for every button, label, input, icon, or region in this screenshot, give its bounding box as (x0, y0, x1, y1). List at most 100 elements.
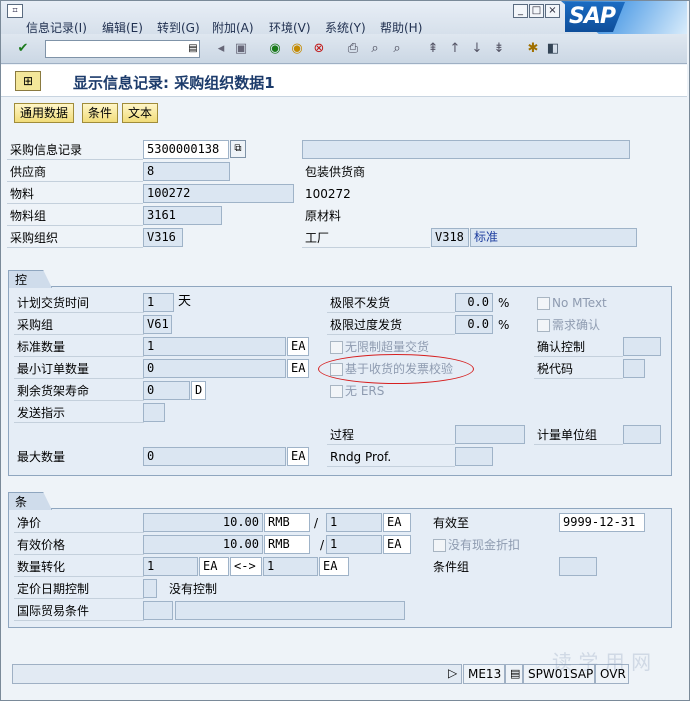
underdelivery-field[interactable]: 0.0 (455, 293, 493, 312)
plant-desc-field: 标准 (470, 228, 637, 247)
first-page-icon[interactable]: ⇞ (425, 41, 441, 57)
material-field[interactable]: 100272 (143, 184, 294, 203)
cond-group-field[interactable] (559, 557, 597, 576)
net-price-unit: EA (383, 513, 411, 532)
underdelivery-label: 极限不发货 (327, 293, 455, 313)
display-record-icon[interactable]: ⊞ (15, 71, 41, 91)
window-menu-icon[interactable]: ⌗ (7, 4, 23, 18)
shortcut-icon[interactable]: ◧ (545, 41, 561, 57)
eff-price-label: 有效价格 (14, 535, 144, 555)
eff-price-field[interactable]: 10.00 (143, 535, 263, 554)
cancel-icon[interactable]: ⊗ (311, 41, 327, 57)
command-history-icon[interactable]: ▤ (185, 41, 201, 57)
maximize-button[interactable]: □ (529, 4, 544, 18)
unlimited-overdelivery-checkbox[interactable] (330, 341, 343, 354)
net-price-per-field[interactable]: 1 (326, 513, 382, 532)
tax-code-label: 税代码 (534, 359, 623, 379)
create-session-icon[interactable]: ✱ (525, 41, 541, 57)
last-page-icon[interactable]: ⇟ (491, 41, 507, 57)
back-icon[interactable]: ◉ (267, 41, 283, 57)
min-qty-label: 最小订单数量 (14, 359, 144, 379)
exit-icon[interactable]: ◉ (289, 41, 305, 57)
plant-label: 工厂 (302, 228, 430, 248)
material-group-field[interactable]: 3161 (143, 206, 222, 225)
conf-control-field[interactable] (623, 337, 661, 356)
overdelivery-label: 极限过度发货 (327, 315, 455, 335)
incoterms-field[interactable] (143, 601, 173, 620)
status-expand-icon[interactable]: ▷ (448, 664, 462, 684)
info-record-desc-field (302, 140, 630, 159)
no-cash-disc-label: 没有现金折扣 (448, 538, 521, 552)
qty-conv-label: 数量转化 (14, 557, 144, 577)
close-window-button[interactable]: × (545, 4, 560, 18)
plant-field[interactable]: V318 (431, 228, 469, 247)
conf-req-checkbox[interactable] (537, 319, 550, 332)
pricing-date-field[interactable] (143, 579, 157, 598)
max-qty-field[interactable]: 0 (143, 447, 286, 466)
min-qty-field[interactable]: 0 (143, 359, 286, 378)
command-field[interactable] (45, 40, 200, 58)
incoterms-label: 国际贸易条件 (14, 601, 144, 621)
uom-group-field[interactable] (623, 425, 661, 444)
info-record-label: 采购信息记录 (7, 140, 143, 160)
highlight-ellipse (318, 354, 474, 384)
purch-group-field[interactable]: V61 (143, 315, 172, 334)
qty-conv-from-unit: EA (199, 557, 229, 576)
title-area: ⊞ 显示信息记录: 采购组织数据1 (1, 65, 687, 97)
print-icon[interactable]: ⎙ (345, 41, 361, 57)
find-next-icon[interactable]: ⌕ (389, 41, 405, 57)
purch-group-label: 采购组 (14, 315, 144, 335)
conf-req-label: 需求确认 (552, 318, 601, 332)
uom-group-label: 计量单位组 (534, 425, 623, 445)
material-group-desc: 原材料 (305, 209, 342, 223)
application-toolbar: 通用数据 条件 文本 (1, 98, 687, 126)
no-mtext-checkbox[interactable] (537, 297, 550, 310)
planned-delivery-field[interactable]: 1 (143, 293, 174, 312)
eff-price-per-field[interactable]: 1 (326, 535, 382, 554)
procedure-field[interactable] (455, 425, 525, 444)
info-record-field[interactable]: 5300000138 (143, 140, 229, 159)
incoterms-location-field[interactable] (175, 601, 405, 620)
texts-button[interactable]: 文本 (122, 103, 159, 123)
std-qty-unit: EA (287, 337, 309, 356)
shelf-life-label: 剩余货架寿命 (14, 381, 144, 401)
find-icon[interactable]: ⌕ (367, 41, 383, 57)
qty-conv-from-field[interactable]: 1 (143, 557, 198, 576)
details-icon[interactable]: ⧉ (230, 140, 246, 158)
net-price-label: 净价 (14, 513, 144, 533)
eff-price-unit: EA (383, 535, 411, 554)
pricing-date-label: 定价日期控制 (14, 579, 144, 599)
minimize-button[interactable]: _ (513, 4, 528, 18)
general-data-button[interactable]: 通用数据 (14, 103, 75, 123)
vendor-field[interactable]: 8 (143, 162, 230, 181)
previous-page-icon[interactable]: ↑ (447, 41, 463, 57)
max-qty-unit: EA (287, 447, 309, 466)
ack-req-field[interactable] (143, 403, 165, 422)
rndg-prof-field[interactable] (455, 447, 493, 466)
no-cash-disc-checkbox[interactable] (433, 539, 446, 552)
net-price-field[interactable]: 10.00 (143, 513, 263, 532)
no-ers-label: 无 ERS (345, 384, 385, 398)
no-ers-checkbox[interactable] (330, 385, 343, 398)
min-qty-unit: EA (287, 359, 309, 378)
purch-org-field[interactable]: V316 (143, 228, 183, 247)
material-group-label: 物料组 (7, 206, 143, 226)
status-transaction: ME13 (463, 664, 505, 684)
qty-conv-to-field[interactable]: 1 (263, 557, 318, 576)
conditions-button[interactable]: 条件 (82, 103, 119, 123)
status-info-icon[interactable]: ▤ (505, 664, 523, 684)
std-qty-field[interactable]: 1 (143, 337, 286, 356)
back-arrow-icon[interactable]: ◂ (213, 41, 229, 57)
max-qty-label: 最大数量 (17, 450, 66, 464)
shelf-life-field[interactable]: 0 (143, 381, 190, 400)
vendor-label: 供应商 (7, 162, 143, 182)
shelf-life-unit: D (191, 381, 206, 400)
enter-icon[interactable]: ✔ (15, 41, 31, 57)
save-icon[interactable]: ▣ (233, 41, 249, 57)
next-page-icon[interactable]: ↓ (469, 41, 485, 57)
valid-to-field[interactable]: 9999-12-31 (559, 513, 645, 532)
material-desc: 100272 (305, 187, 351, 201)
tax-code-field[interactable] (623, 359, 645, 378)
overdelivery-field[interactable]: 0.0 (455, 315, 493, 334)
vendor-name: 包装供货商 (305, 165, 366, 179)
